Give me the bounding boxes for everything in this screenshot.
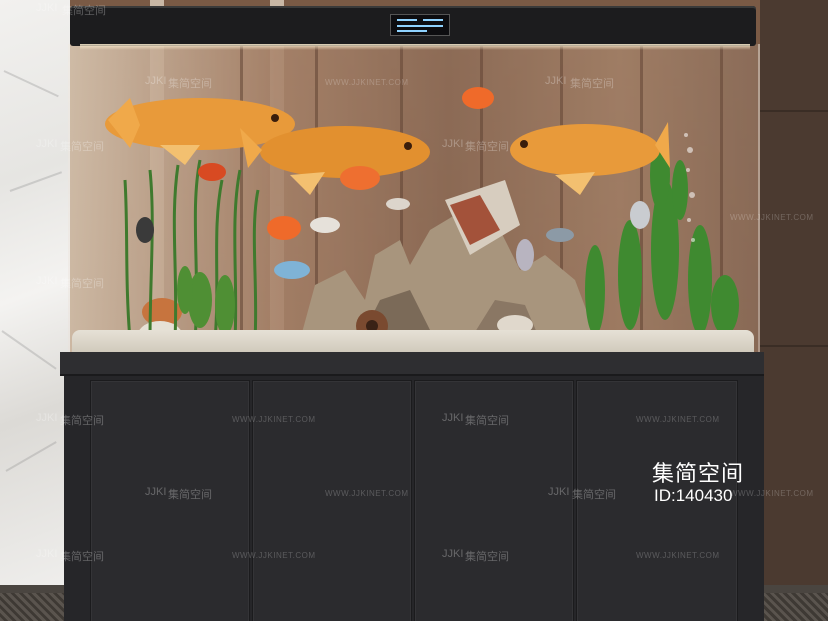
watermark-brand: 集简空间 — [168, 489, 212, 501]
temperature-display — [390, 14, 450, 36]
watermark-brand: 集简空间 — [60, 278, 104, 290]
watermark-site: WWW.JJKINET.COM — [325, 489, 409, 498]
watermark-logo: JJKI — [145, 486, 167, 498]
watermark-site: WWW.JJKINET.COM — [232, 551, 316, 560]
watermark-logo: JJKI — [36, 275, 58, 287]
asset-id-label: ID:140430 — [654, 486, 733, 505]
watermark-site: WWW.JJKINET.COM — [325, 78, 409, 87]
watermark-site: WWW.JJKINET.COM — [636, 551, 720, 560]
watermark-logo: JJKI — [442, 138, 464, 150]
gravel-substrate — [72, 330, 754, 354]
watermark-site: WWW.JJKINET.COM — [730, 489, 814, 498]
watermark-brand: 集简空间 — [465, 415, 509, 427]
watermark-logo: JJKI — [36, 412, 58, 424]
watermark-logo: JJKI — [36, 548, 58, 560]
watermark-brand: 集简空间 — [60, 141, 104, 153]
watermark-brand: 集简空间 — [60, 551, 104, 563]
watermark-logo: JJKI — [442, 412, 464, 424]
watermark-site: WWW.JJKINET.COM — [730, 213, 814, 222]
watermark-logo: JJKI — [36, 138, 58, 150]
watermark-brand: 集简空间 — [572, 489, 616, 501]
watermark-logo: JJKI — [545, 75, 567, 87]
tank-light-glow — [80, 44, 750, 50]
watermark-site: WWW.JJKINET.COM — [636, 415, 720, 424]
watermark-logo: JJKI — [548, 486, 570, 498]
aquarium-scene: JJKI 集简空间 JJKI 集简空间 WWW.JJKINET.COM JJKI… — [0, 0, 828, 621]
watermark-logo: JJKI — [36, 2, 58, 14]
cabinet-top-rim — [60, 352, 764, 376]
watermark-brand: 集简空间 — [465, 551, 509, 563]
watermark-logo: JJKI — [145, 75, 167, 87]
watermark-brand: 集简空间 — [60, 415, 104, 427]
arowana-fish-right — [510, 122, 670, 195]
watermark-brand: 集简空间 — [62, 5, 106, 17]
watermark-logo: JJKI — [442, 548, 464, 560]
watermark-site: WWW.JJKINET.COM — [232, 415, 316, 424]
watermark-brand: 集简空间 — [168, 78, 212, 90]
watermark-brand: 集简空间 — [570, 78, 614, 90]
watermark-brand: 集简空间 — [465, 141, 509, 153]
brand-title: 集简空间 — [652, 461, 745, 486]
plant-leaves-left — [177, 266, 235, 335]
